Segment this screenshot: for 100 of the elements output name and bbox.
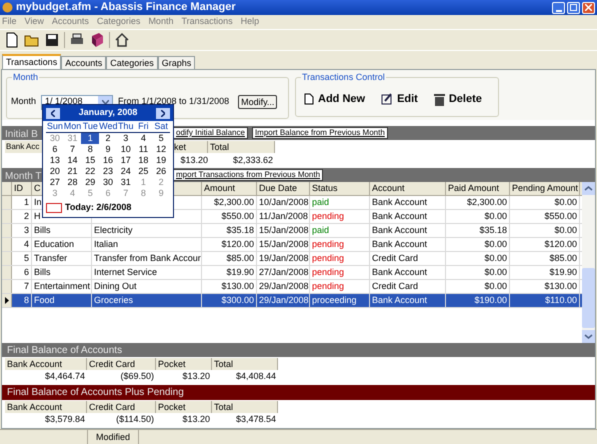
table-cell: Credit Card — [370, 252, 446, 265]
weekday-label: Wed — [99, 121, 117, 132]
calendar-day[interactable]: 18 — [134, 155, 152, 166]
menu-item[interactable]: File — [2, 15, 17, 29]
table-cell: Italian — [92, 238, 202, 251]
table-row[interactable]: 3 Bills Electricity $35.18 15/Jan/2008 paid Bank Account $35.18 $0.00 — [2, 224, 582, 238]
table-cell: 2 — [12, 210, 32, 223]
next-month-button[interactable] — [156, 108, 170, 118]
section-title: Month T — [5, 171, 42, 182]
calendar-day[interactable]: 12 — [152, 144, 170, 155]
table-cell: 29/Jan/2008 — [257, 280, 310, 293]
column-header: Credit Card — [87, 401, 156, 413]
menu-item[interactable]: Help — [240, 15, 260, 29]
menu-item[interactable]: Month — [148, 15, 174, 29]
table-cell: $85.00 — [510, 252, 580, 265]
calendar-day[interactable]: 13 — [46, 155, 64, 166]
weekday-label: Sun — [46, 121, 64, 132]
minimize-button[interactable] — [552, 2, 565, 14]
calendar-day[interactable]: 19 — [152, 155, 170, 166]
close-button[interactable] — [582, 2, 595, 14]
minimize-icon — [556, 10, 562, 12]
table-cell: Groceries — [92, 294, 202, 307]
section-button[interactable]: odify Initial Balance — [173, 127, 248, 139]
menu-item[interactable]: View — [24, 15, 44, 29]
table-row[interactable]: 8 Food Groceries $300.00 29/Jan/2008 proceeding Bank Account $190.00 $110.00 — [2, 294, 582, 308]
calendar-day[interactable]: 1 — [134, 177, 152, 188]
calendar-day[interactable]: 26 — [152, 166, 170, 177]
today-marker-icon — [46, 202, 62, 213]
table-cell: pending — [310, 266, 370, 279]
column-header: Bank Account — [5, 358, 87, 370]
column-header[interactable]: ID — [12, 182, 32, 195]
table-row[interactable]: 4 Education Italian $120.00 15/Jan/2008 pending Bank Account $0.00 $120.00 — [2, 238, 582, 252]
save-icon[interactable] — [44, 32, 60, 48]
calendar-day[interactable]: 15 — [81, 155, 100, 166]
calendar-day[interactable]: 30 — [99, 177, 117, 188]
calendar-day[interactable]: 2 — [99, 133, 117, 144]
calendar-day[interactable]: 20 — [46, 166, 64, 177]
table-cell: pending — [310, 280, 370, 293]
calendar-day[interactable]: 25 — [134, 166, 152, 177]
table-cell: Entertainment — [32, 280, 92, 293]
toolbar-button[interactable]: Delete — [434, 90, 482, 108]
row-header[interactable] — [2, 294, 12, 307]
calendar-day[interactable]: 31 — [116, 177, 135, 188]
column-header[interactable]: Paid Amount — [446, 182, 510, 195]
calendar-day[interactable]: 17 — [116, 155, 135, 166]
section-button[interactable]: Import Balance from Previous Month — [252, 127, 388, 139]
table-cell-text: $13.20 — [181, 413, 211, 426]
calendar-day[interactable]: 28 — [64, 177, 82, 188]
table-cell-text: $4,464.74 — [44, 370, 86, 383]
home-icon[interactable] — [114, 32, 130, 48]
new-file-icon[interactable] — [4, 32, 20, 48]
scroll-down-icon[interactable] — [582, 330, 595, 343]
calendar-day[interactable]: 8 — [81, 144, 100, 155]
table-cell-text: $2,333.62 — [232, 154, 274, 167]
column-header[interactable]: Amount — [202, 182, 257, 195]
calendar-day[interactable]: 4 — [134, 133, 152, 144]
calendar-day[interactable]: 7 — [64, 144, 82, 155]
table-row[interactable]: 6 Bills Internet Service $19.90 27/Jan/2008 pending Bank Account $0.00 $19.90 — [2, 266, 582, 280]
table-cell: 29/Jan/2008 — [257, 294, 310, 307]
menu-item[interactable]: Transactions — [181, 15, 233, 29]
calendar-day[interactable]: 23 — [99, 166, 117, 177]
calendar-day[interactable]: 29 — [81, 177, 100, 188]
table-row[interactable]: 5 Transfer Transfer from Bank Accour $85.00 19/Jan/2008 pending Credit Card $0.00 $85.00 — [2, 252, 582, 266]
section-button[interactable]: mport Transactions from Previous Month — [173, 169, 324, 181]
calendar-day[interactable]: 9 — [99, 144, 117, 155]
maximize-button[interactable] — [567, 2, 580, 14]
scrollbar[interactable] — [582, 182, 595, 343]
previous-month-button[interactable] — [46, 108, 60, 118]
calendar-day[interactable]: 24 — [116, 166, 135, 177]
column-header[interactable]: Account — [370, 182, 446, 195]
tab[interactable]: Graphs — [158, 56, 196, 69]
toolbar-button[interactable]: Add New — [304, 90, 366, 108]
column-header[interactable]: Status — [310, 182, 370, 195]
weekday-label: Thu — [117, 121, 134, 132]
table-cell: $0.00 — [446, 266, 510, 279]
calendar-day[interactable]: 5 — [152, 133, 170, 144]
modify-button[interactable]: Modify... — [238, 95, 278, 109]
maximize-icon — [570, 4, 577, 11]
calendar-day[interactable]: 11 — [134, 144, 152, 155]
toolbar-button[interactable]: Edit — [381, 90, 418, 108]
scroll-up-icon[interactable] — [582, 182, 595, 195]
calendar-day[interactable]: 10 — [116, 144, 135, 155]
calendar-day[interactable]: 3 — [116, 133, 135, 144]
calendar-day[interactable]: 27 — [46, 177, 64, 188]
menu-item[interactable]: Accounts — [52, 15, 89, 29]
column-header: Total — [212, 401, 278, 413]
calendar-day[interactable]: 6 — [46, 144, 64, 155]
calendar-day[interactable]: 21 — [64, 166, 82, 177]
calendar-day[interactable]: 1 — [81, 133, 100, 144]
column-header: Pocket — [156, 401, 212, 413]
table-row[interactable]: 7 Entertainment Dining Out $130.00 29/Jan/2008 pending Credit Card $0.00 $130.00 — [2, 280, 582, 294]
calendar-day[interactable]: 16 — [99, 155, 117, 166]
column-header[interactable]: Due Date — [257, 182, 310, 195]
calendar-day[interactable]: 14 — [64, 155, 82, 166]
menu-item[interactable]: Categories — [96, 15, 140, 29]
tab[interactable]: Transactions — [2, 54, 62, 69]
tab[interactable]: Accounts — [61, 56, 106, 69]
calendar-day[interactable]: 22 — [81, 166, 100, 177]
tab[interactable]: Categories — [106, 56, 158, 69]
column-header[interactable]: Pending Amount — [510, 182, 580, 195]
